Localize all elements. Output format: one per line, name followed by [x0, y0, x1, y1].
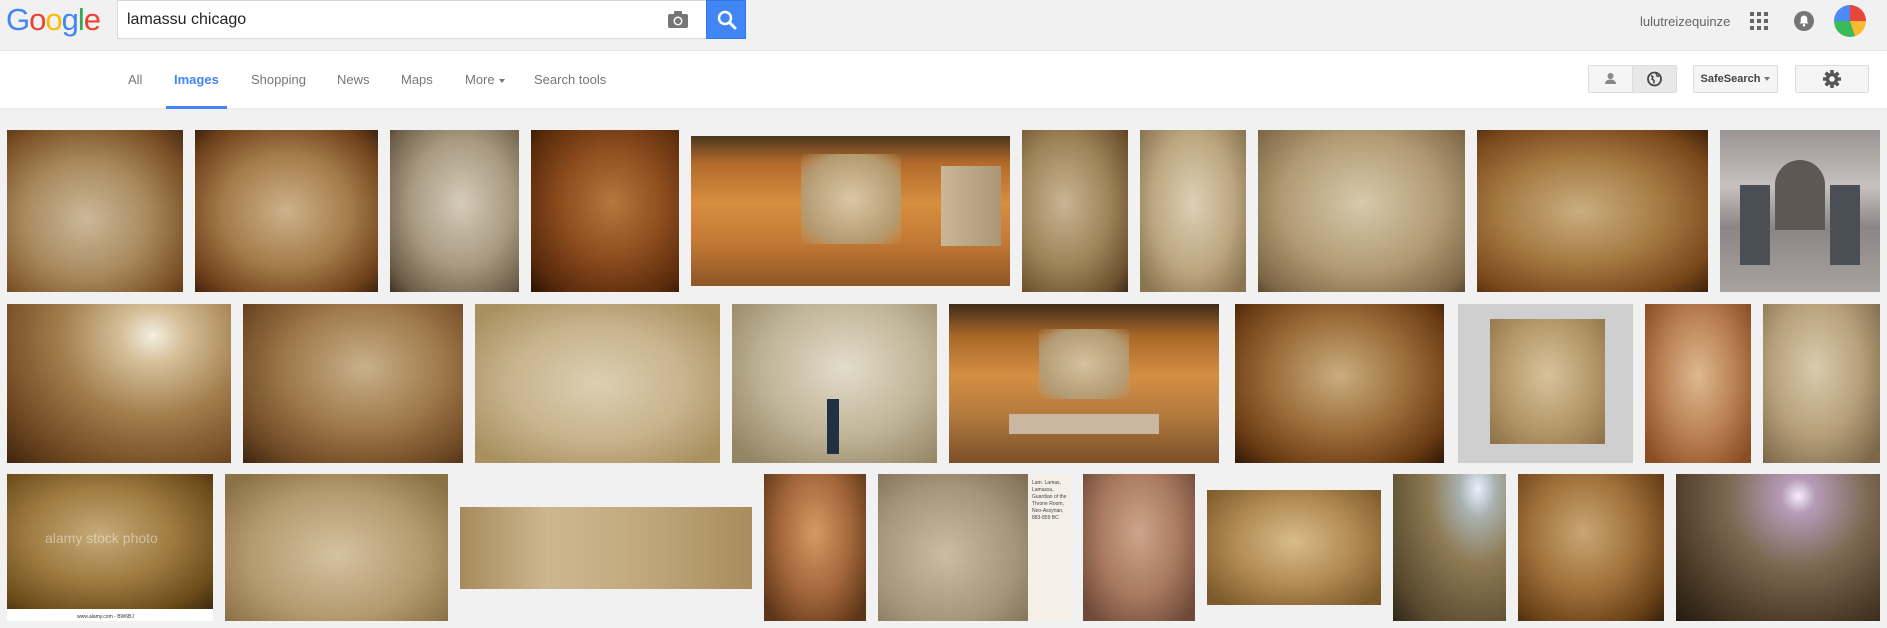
- logo-letter: e: [83, 2, 101, 37]
- world-results-button[interactable]: [1632, 65, 1677, 93]
- personal-results-button[interactable]: [1588, 65, 1633, 93]
- safesearch-label: SafeSearch: [1700, 73, 1761, 85]
- image-result[interactable]: Lam. Lamas, Lamassu, Guardian of the Thr…: [878, 474, 1071, 621]
- search-input[interactable]: lamassu chicago: [127, 11, 246, 29]
- image-result[interactable]: [1235, 304, 1444, 463]
- image-result[interactable]: [195, 130, 378, 292]
- tab-more[interactable]: More: [465, 72, 505, 87]
- image-result[interactable]: [7, 130, 183, 292]
- image-result[interactable]: [243, 304, 463, 463]
- tab-search-tools[interactable]: Search tools: [534, 72, 606, 87]
- notification-bell-icon[interactable]: [1794, 11, 1814, 31]
- museum-sign: Lam. Lamas, Lamassu, Guardian of the Thr…: [1032, 480, 1067, 521]
- image-result[interactable]: [1518, 474, 1664, 621]
- image-result[interactable]: [460, 507, 752, 589]
- image-result[interactable]: [1676, 474, 1880, 621]
- image-result[interactable]: [390, 130, 519, 292]
- image-result[interactable]: [225, 474, 448, 621]
- tab-more-label: More: [465, 72, 495, 87]
- google-logo[interactable]: Google: [6, 2, 101, 38]
- image-result[interactable]: [1258, 130, 1465, 292]
- image-result[interactable]: [1720, 130, 1880, 292]
- username-link[interactable]: lulutreizequinze: [1640, 14, 1730, 29]
- image-result[interactable]: [531, 130, 679, 292]
- chevron-down-icon: [1764, 77, 1771, 82]
- avatar[interactable]: [1834, 5, 1866, 37]
- image-result[interactable]: [1207, 490, 1381, 605]
- gear-icon: [1823, 70, 1841, 88]
- search-icon: [717, 10, 737, 30]
- image-result[interactable]: [1393, 474, 1506, 621]
- logo-letter: o: [29, 2, 46, 37]
- image-result[interactable]: [1140, 130, 1246, 292]
- camera-icon[interactable]: [666, 9, 690, 31]
- watermark-caption: www.alamy.com - BW6BJ: [77, 614, 134, 620]
- image-result[interactable]: [732, 304, 937, 463]
- search-button[interactable]: [706, 0, 746, 39]
- search-box[interactable]: lamassu chicago: [117, 0, 706, 39]
- safesearch-button[interactable]: SafeSearch: [1693, 65, 1778, 93]
- person-icon: [1605, 73, 1616, 84]
- globe-icon: [1647, 71, 1662, 87]
- image-result[interactable]: [1763, 304, 1880, 463]
- logo-letter: o: [45, 2, 62, 37]
- apps-grid-icon[interactable]: [1750, 12, 1768, 30]
- image-result[interactable]: alamy stock photo www.alamy.com - BW6BJ: [7, 474, 213, 621]
- image-result[interactable]: [949, 304, 1219, 463]
- image-result[interactable]: [691, 136, 1010, 286]
- settings-button[interactable]: [1795, 65, 1869, 93]
- tab-images[interactable]: Images: [174, 72, 219, 87]
- image-result[interactable]: [1477, 130, 1708, 292]
- tab-shopping[interactable]: Shopping: [251, 72, 306, 87]
- tab-all[interactable]: All: [128, 72, 142, 87]
- logo-letter: g: [61, 2, 79, 37]
- image-result[interactable]: [1083, 474, 1195, 621]
- image-result[interactable]: [764, 474, 866, 621]
- chevron-down-icon: [498, 78, 505, 83]
- image-results-grid: alamy stock photo www.alamy.com - BW6BJ …: [0, 109, 1887, 628]
- image-result[interactable]: [1458, 304, 1633, 463]
- nav-bar: All Images Shopping News Maps More Searc…: [0, 51, 1887, 109]
- image-result[interactable]: [475, 304, 720, 463]
- image-result[interactable]: [1022, 130, 1128, 292]
- image-result[interactable]: [7, 304, 231, 463]
- watermark: alamy stock photo: [45, 530, 158, 546]
- top-bar: Google lamassu chicago lulutreizequinze: [0, 0, 1887, 51]
- tab-maps[interactable]: Maps: [401, 72, 433, 87]
- logo-letter: G: [6, 2, 30, 37]
- tab-news[interactable]: News: [337, 72, 370, 87]
- image-result[interactable]: [1645, 304, 1751, 463]
